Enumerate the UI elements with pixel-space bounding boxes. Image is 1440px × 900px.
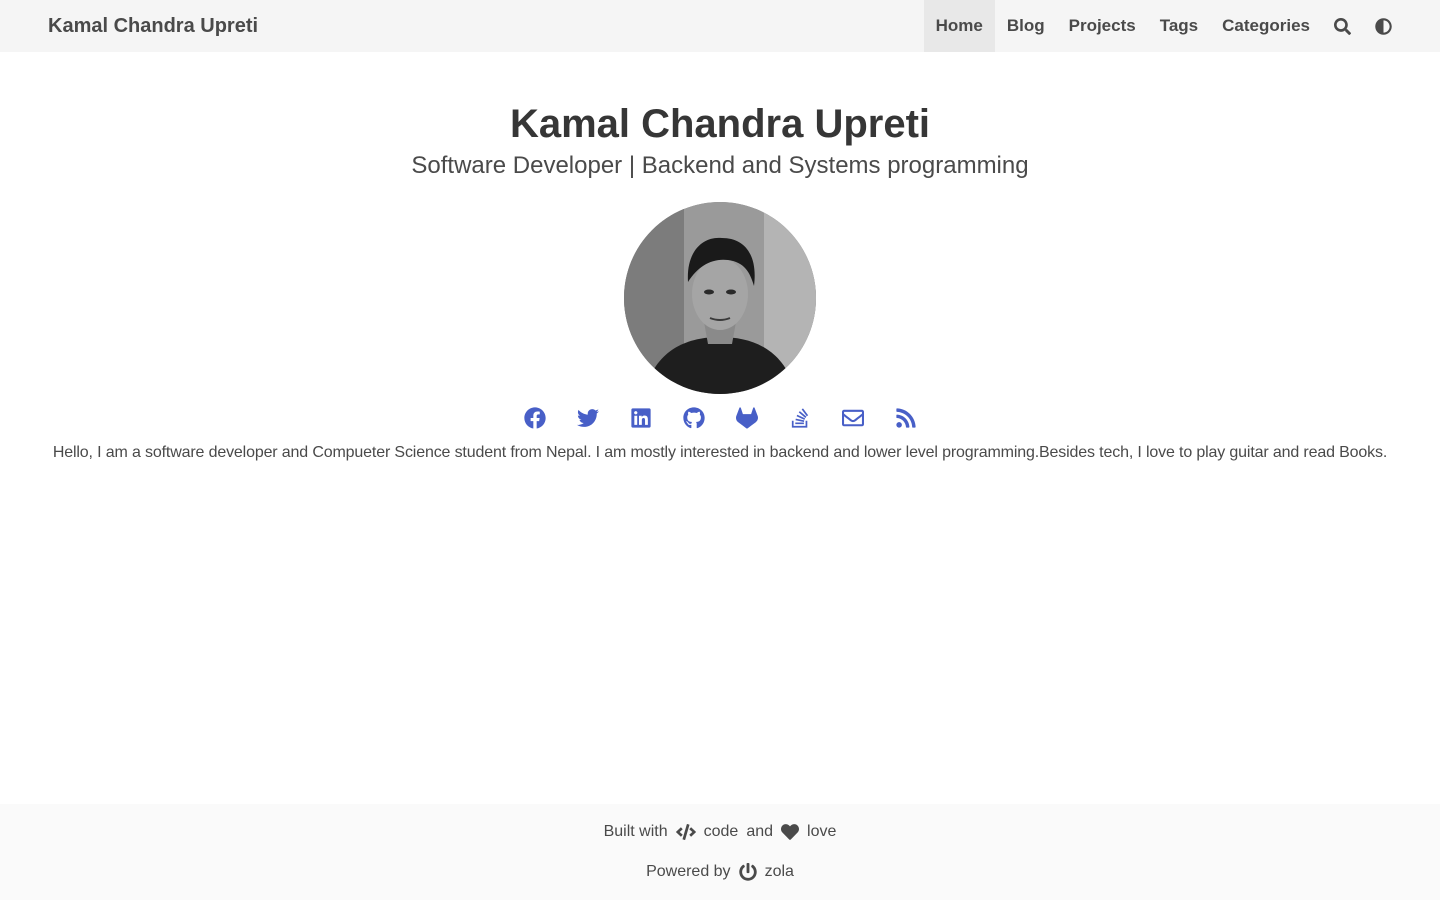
- linkedin-icon: [630, 408, 651, 428]
- email-icon: [841, 409, 864, 427]
- powered-by-text: Powered by: [646, 863, 731, 880]
- linkedin-link[interactable]: [629, 406, 653, 430]
- github-link[interactable]: [682, 406, 706, 430]
- search-icon: [1334, 17, 1351, 35]
- power-icon: [738, 863, 757, 881]
- nav-item-projects[interactable]: Projects: [1057, 0, 1148, 52]
- gitlab-link[interactable]: [735, 406, 759, 430]
- stackoverflow-link[interactable]: [788, 406, 812, 430]
- page-subtitle: Software Developer | Backend and Systems…: [411, 152, 1029, 179]
- love-text: love: [807, 823, 837, 840]
- brand-link[interactable]: Kamal Chandra Upreti: [0, 0, 258, 52]
- and-text: and: [746, 823, 774, 840]
- nav-item-tags[interactable]: Tags: [1148, 0, 1210, 52]
- footer-powered-by: Powered by zola: [0, 862, 1440, 882]
- twitter-link[interactable]: [576, 406, 600, 430]
- nav-menu: Home Blog Projects Tags Categories: [923, 0, 1440, 52]
- gitlab-icon: [735, 407, 758, 429]
- theme-toggle-icon: [1375, 17, 1392, 35]
- heart-icon: [781, 824, 800, 840]
- rss-link[interactable]: [894, 406, 918, 430]
- github-icon: [682, 407, 705, 429]
- rss-icon: [895, 408, 916, 428]
- search-button[interactable]: [1322, 0, 1363, 52]
- bio-text: Hello, I am a software developer and Com…: [52, 444, 1388, 461]
- built-with-text: Built with: [603, 823, 668, 840]
- email-link[interactable]: [841, 406, 865, 430]
- nav-item-categories[interactable]: Categories: [1210, 0, 1322, 52]
- facebook-link[interactable]: [523, 406, 547, 430]
- zola-link[interactable]: zola: [765, 863, 794, 881]
- social-links: [0, 406, 1440, 430]
- facebook-icon: [523, 407, 546, 429]
- code-icon: [675, 824, 696, 840]
- theme-toggle-button[interactable]: [1363, 0, 1404, 52]
- navbar: Kamal Chandra Upreti Home Blog Projects …: [0, 0, 1440, 52]
- page-title: Kamal Chandra Upreti: [509, 102, 931, 146]
- stackoverflow-icon: [791, 408, 808, 428]
- code-link[interactable]: code: [704, 823, 739, 841]
- nav-item-blog[interactable]: Blog: [995, 0, 1057, 52]
- hero: Kamal Chandra Upreti Software Developer …: [0, 52, 1440, 464]
- twitter-icon: [576, 409, 599, 427]
- avatar: [624, 202, 816, 394]
- profile-photo: [624, 202, 816, 394]
- nav-item-home[interactable]: Home: [923, 0, 995, 52]
- footer: Built with code and love Powered by zola: [0, 804, 1440, 900]
- footer-built-with: Built with code and love: [0, 822, 1440, 842]
